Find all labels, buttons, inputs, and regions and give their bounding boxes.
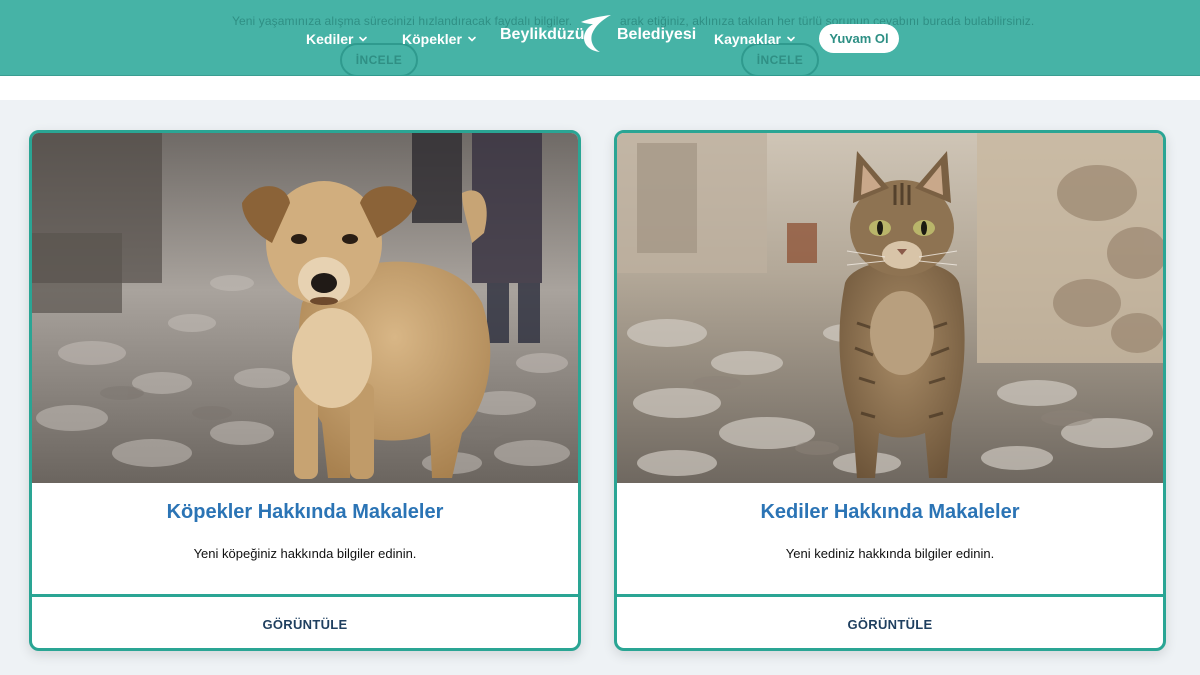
nav-cats-label: Kediler xyxy=(306,31,354,47)
logo-word-belediyesi: Belediyesi xyxy=(617,26,697,43)
view-dog-articles-button[interactable]: GÖRÜNTÜLE xyxy=(32,597,578,648)
card-title: Kediler Hakkında Makaleler xyxy=(760,501,1020,523)
nav-dogs[interactable]: Köpekler xyxy=(402,31,477,47)
adopt-button[interactable]: Yuvam Ol xyxy=(819,24,899,53)
nav-dogs-label: Köpekler xyxy=(402,31,462,47)
nav-cats[interactable]: Kediler xyxy=(306,31,368,47)
header-underline-strip xyxy=(0,76,1200,100)
cat-articles-card[interactable]: Kediler Hakkında Makaleler Yeni kediniz … xyxy=(614,130,1166,651)
chevron-down-icon xyxy=(359,36,368,42)
nav-resources[interactable]: Kaynaklar xyxy=(714,31,796,47)
tabby-cat-photo xyxy=(617,133,1163,483)
logo-word-beylikduzu: Beylikdüzü xyxy=(500,26,585,43)
hero-inspect-button-right[interactable]: İNCELE xyxy=(741,43,819,77)
chevron-down-icon xyxy=(468,36,476,42)
card-title: Köpekler Hakkında Makaleler xyxy=(166,501,444,523)
site-header: Yeni yaşamınıza alışma sürecinizi hızlan… xyxy=(0,0,1200,77)
nav-resources-label: Kaynaklar xyxy=(714,31,781,47)
hero-inspect-button-left[interactable]: İNCELE xyxy=(340,43,418,77)
view-cat-articles-button[interactable]: GÖRÜNTÜLE xyxy=(617,597,1163,648)
card-description: Yeni köpeğiniz hakkında bilgiler edinin. xyxy=(193,546,417,561)
card-description: Yeni kediniz hakkında bilgiler edinin. xyxy=(785,546,995,561)
dog-articles-card[interactable]: Köpekler Hakkında Makaleler Yeni köpeğin… xyxy=(29,130,581,651)
stray-dog-photo xyxy=(32,133,578,483)
municipality-logo[interactable]: Beylikdüzü Belediyesi xyxy=(500,14,696,58)
swallow-logo-icon xyxy=(581,15,611,52)
chevron-down-icon xyxy=(787,36,795,42)
